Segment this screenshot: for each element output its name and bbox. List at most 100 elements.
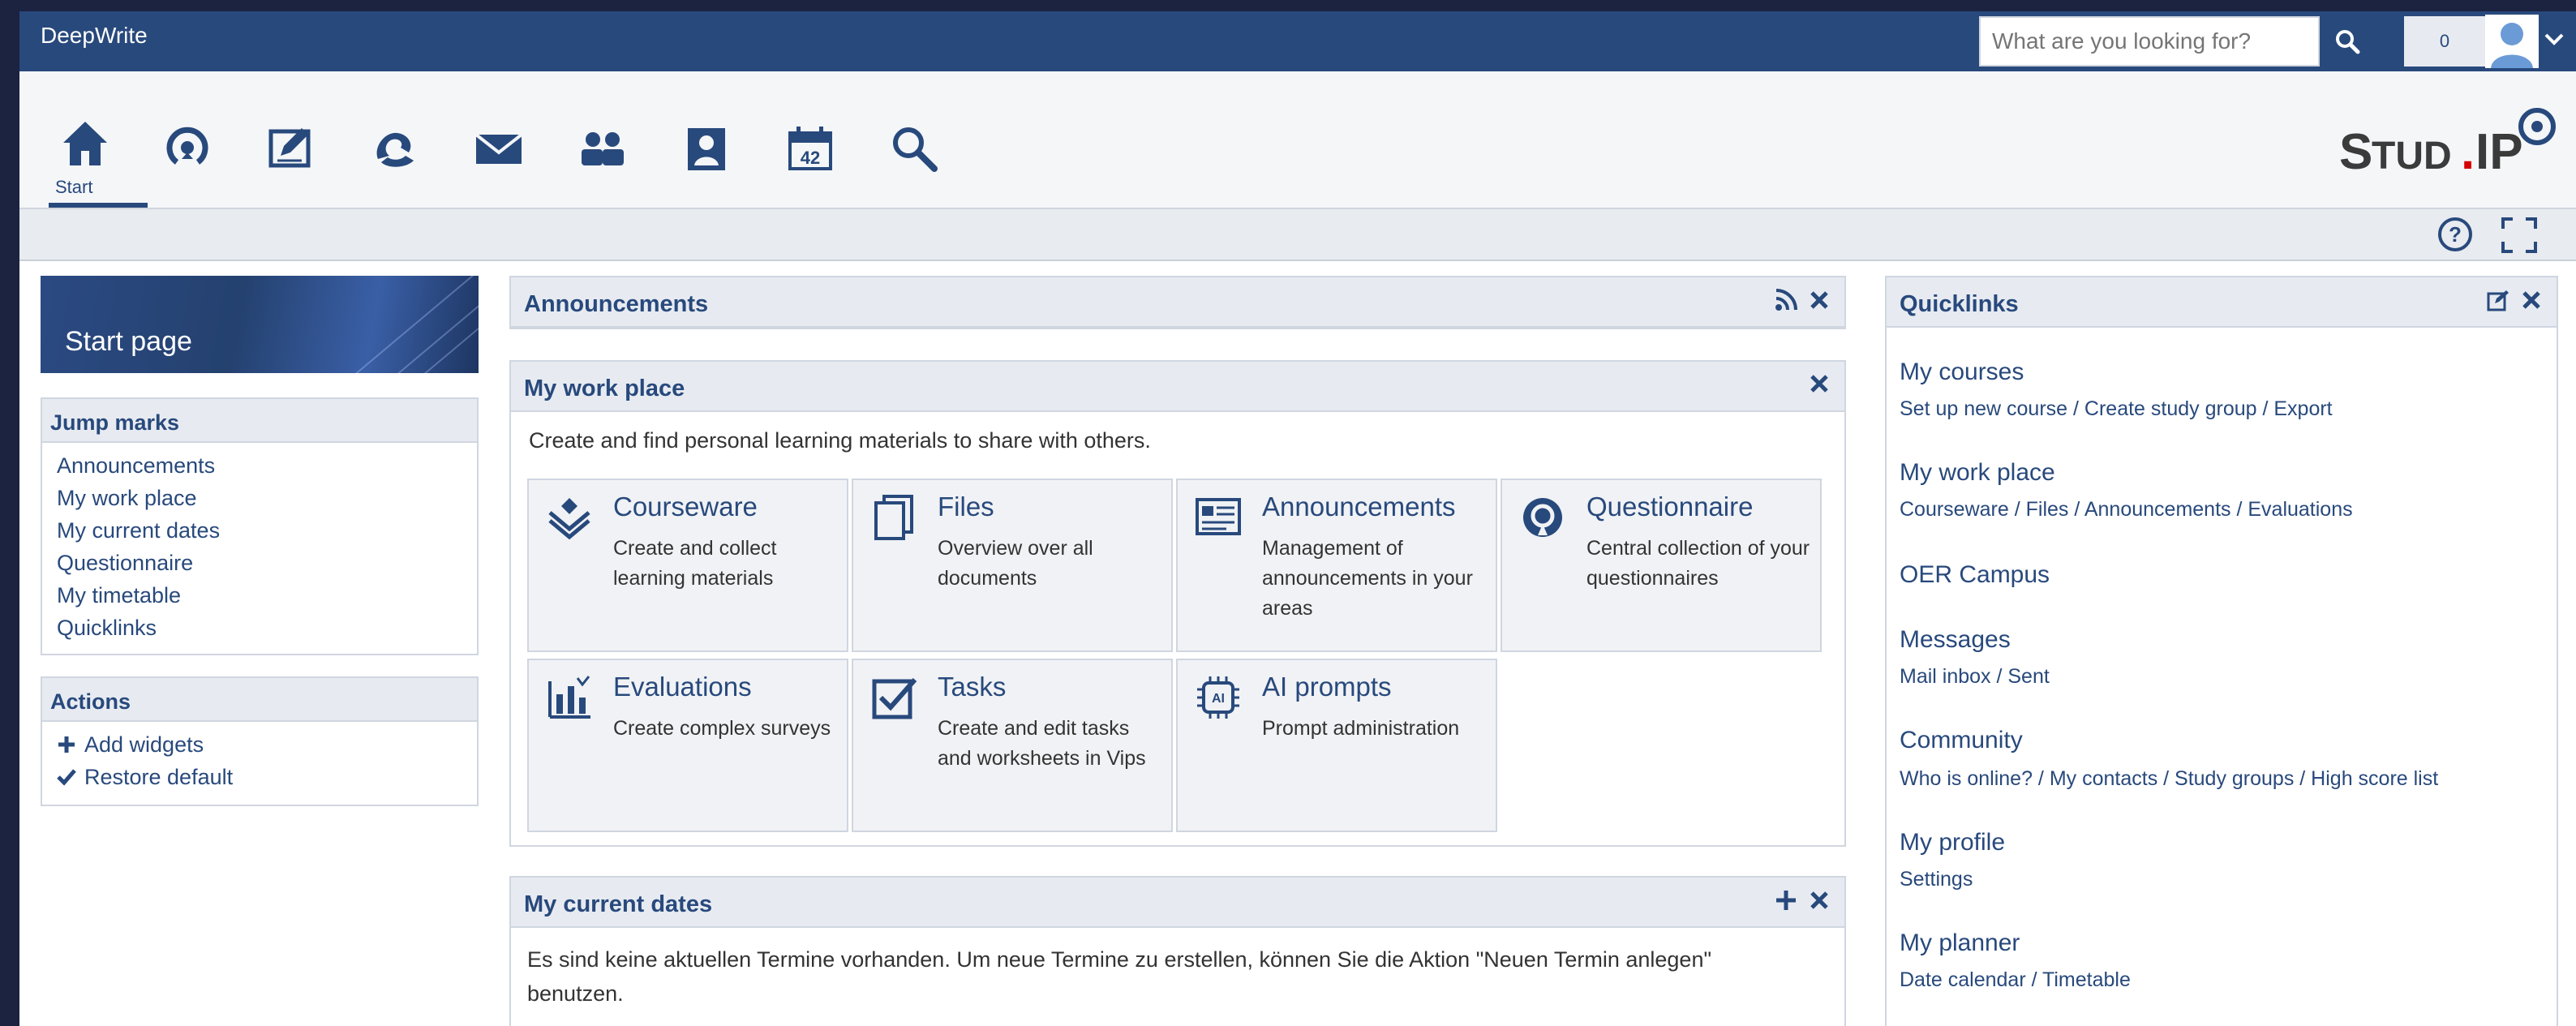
nav-home-label[interactable]: Start xyxy=(55,177,92,198)
current-dates-widget-label: My current dates xyxy=(524,891,713,917)
ai-chip-icon: AI xyxy=(1197,676,1239,719)
quicklink-my-profile-links[interactable]: Settings xyxy=(1900,868,1973,891)
tile-files-desc: Overview over all documents xyxy=(938,537,1093,590)
plus-icon[interactable] xyxy=(1775,889,1797,912)
search-icon xyxy=(2336,30,2360,54)
quicklink-my-planner-links[interactable]: Date calendar / Timetable xyxy=(1900,968,2131,992)
tile-ai-prompts-desc: Prompt administration xyxy=(1262,717,1460,740)
tile-evaluations-title: Evaluations xyxy=(613,672,752,702)
top-bar: DeepWrite 0 xyxy=(19,11,2576,71)
chevron-down-icon xyxy=(2544,33,2564,45)
avatar[interactable] xyxy=(2485,15,2539,68)
close-icon[interactable] xyxy=(1809,290,1830,311)
quicklinks-widget-title: Quicklinks xyxy=(1887,277,2557,328)
home-icon xyxy=(63,122,107,165)
files-icon xyxy=(874,495,913,540)
close-icon[interactable] xyxy=(2521,290,2542,311)
nav-home[interactable] xyxy=(57,115,114,172)
jump-mark-timetable[interactable]: My timetable xyxy=(57,579,477,612)
nav-profile[interactable] xyxy=(678,120,735,177)
nav-courses[interactable] xyxy=(263,120,320,177)
announcements-widget: Announcements xyxy=(509,276,1846,329)
jump-mark-work-place[interactable]: My work place xyxy=(57,482,477,514)
restore-default-action[interactable]: Restore default xyxy=(57,761,477,793)
quicklink-messages-links[interactable]: Mail inbox / Sent xyxy=(1900,665,2050,689)
jump-mark-current-dates[interactable]: My current dates xyxy=(57,514,477,547)
tile-ai-prompts-title: AI prompts xyxy=(1262,672,1392,702)
tile-files-title: Files xyxy=(938,492,994,522)
quicklink-messages[interactable]: Messages xyxy=(1900,626,2011,654)
tile-tasks-desc: Create and edit tasks and worksheets in … xyxy=(938,717,1146,770)
svg-text:TUD: TUD xyxy=(2372,135,2452,178)
edit-icon[interactable] xyxy=(2487,289,2509,311)
quicklinks-widget: Quicklinks My courses Set up new course … xyxy=(1885,276,2558,1026)
tile-evaluations-desc: Create complex surveys xyxy=(613,717,831,740)
notification-counter[interactable]: 0 xyxy=(2404,16,2485,67)
add-widgets-action[interactable]: Add widgets xyxy=(57,728,477,761)
studip-logo[interactable]: S TUD . IP xyxy=(2339,102,2558,183)
jump-mark-announcements[interactable]: Announcements xyxy=(57,449,477,482)
actions-box: Actions Add widgets Restore default xyxy=(41,676,479,806)
nav-activities[interactable] xyxy=(159,120,216,177)
nav-planner[interactable]: 42 xyxy=(782,120,839,177)
question-icon: ? xyxy=(2438,217,2472,251)
questionnaire-icon xyxy=(1523,498,1562,537)
jump-mark-questionnaire[interactable]: Questionnaire xyxy=(57,547,477,579)
workplace-intro: Create and find personal learning materi… xyxy=(529,428,1151,453)
quicklink-my-work-place[interactable]: My work place xyxy=(1900,459,2055,487)
quicklink-oer-campus[interactable]: OER Campus xyxy=(1900,561,2050,589)
tile-tasks[interactable]: Tasks Create and edit tasks and workshee… xyxy=(852,659,1173,832)
tile-questionnaire[interactable]: Questionnaire Central collection of your… xyxy=(1501,479,1822,652)
nav-contacts[interactable] xyxy=(574,120,631,177)
avatar-menu-toggle[interactable] xyxy=(2544,31,2565,51)
close-icon[interactable] xyxy=(1809,890,1830,911)
tile-evaluations[interactable]: Evaluations Create complex surveys xyxy=(527,659,848,832)
evaluations-icon xyxy=(548,676,590,719)
workplace-widget-title: My work place xyxy=(511,362,1844,412)
nav-search[interactable] xyxy=(886,120,942,177)
search-icon xyxy=(893,127,938,172)
rss-icon[interactable] xyxy=(1775,289,1797,311)
profile-icon xyxy=(688,128,725,170)
announcements-widget-label: Announcements xyxy=(524,291,709,317)
announcements-widget-title: Announcements xyxy=(511,277,1844,328)
tile-announcements[interactable]: Announcements Management of announcement… xyxy=(1176,479,1497,652)
nav-messages[interactable] xyxy=(470,120,527,177)
svg-text:42: 42 xyxy=(801,148,820,168)
quicklink-my-work-place-links[interactable]: Courseware / Files / Announcements / Eva… xyxy=(1900,498,2353,522)
close-icon[interactable] xyxy=(1809,373,1830,394)
quicklink-my-planner[interactable]: My planner xyxy=(1900,929,2020,957)
tile-announcements-title: Announcements xyxy=(1262,492,1456,522)
app-window: DeepWrite 0 Start xyxy=(19,11,2576,1026)
news-icon xyxy=(1196,498,1241,535)
help-button[interactable]: ? xyxy=(2436,216,2474,257)
mail-icon xyxy=(474,133,523,164)
nav-community[interactable] xyxy=(367,120,423,177)
svg-text:S: S xyxy=(2339,124,2372,180)
quicklink-my-courses[interactable]: My courses xyxy=(1900,358,2024,386)
quicklink-community[interactable]: Community xyxy=(1900,727,2023,754)
tile-tasks-title: Tasks xyxy=(938,672,1007,702)
quicklink-community-links[interactable]: Who is online? / My contacts / Study gro… xyxy=(1900,767,2438,791)
calendar-icon: 42 xyxy=(788,127,832,170)
courses-icon xyxy=(268,128,311,168)
svg-text:IP: IP xyxy=(2475,124,2523,180)
tile-courseware-title: Courseware xyxy=(613,492,758,522)
fullscreen-button[interactable] xyxy=(2501,217,2537,257)
quicklink-my-courses-links[interactable]: Set up new course / Create study group /… xyxy=(1900,397,2333,421)
search-button[interactable] xyxy=(2320,16,2375,67)
tile-courseware[interactable]: Courseware Create and collect learning m… xyxy=(527,479,848,652)
quicklink-my-profile[interactable]: My profile xyxy=(1900,829,2005,856)
jump-mark-quicklinks[interactable]: Quicklinks xyxy=(57,612,477,644)
current-dates-empty-text: Es sind keine aktuellen Termine vorhande… xyxy=(527,947,1712,1006)
tile-ai-prompts[interactable]: AI AI prompts Prompt administration xyxy=(1176,659,1497,832)
brand-name[interactable]: DeepWrite xyxy=(41,23,148,49)
jump-marks-box: Jump marks Announcements My work place M… xyxy=(41,397,479,655)
nav-active-indicator xyxy=(49,203,148,208)
tile-files[interactable]: Files Overview over all documents xyxy=(852,479,1173,652)
svg-text:AI: AI xyxy=(1212,692,1225,706)
activity-icon xyxy=(166,127,208,165)
tasks-checkbox-icon xyxy=(872,678,917,719)
help-bar: ? xyxy=(19,209,2576,261)
global-search-input[interactable] xyxy=(1979,16,2320,67)
